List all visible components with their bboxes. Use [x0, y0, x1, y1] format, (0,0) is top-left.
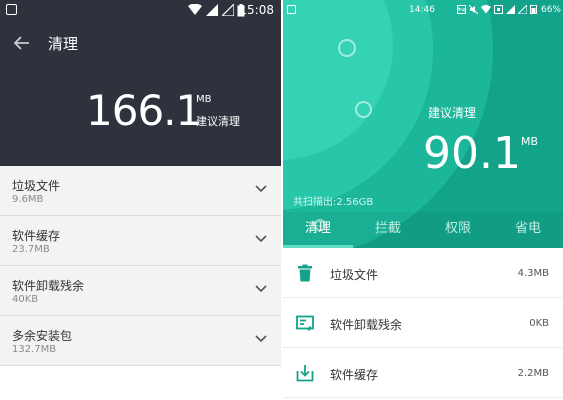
suggested-clean-value: 90.1 — [423, 128, 521, 179]
right-phone-screen: 14:46 66% 建议清理 90.1 MB 共扫描出:2.56GB 清理 拦截… — [283, 0, 563, 400]
battery-percent: 66% — [540, 5, 561, 15]
bubble-decoration — [355, 101, 372, 118]
list-item-size: 4.3MB — [517, 268, 549, 279]
list-item-size: 0KB — [529, 318, 549, 329]
status-time: 14:46 — [409, 5, 435, 15]
wifi-icon — [188, 4, 202, 15]
list-item-name: 软件卸载残余 — [330, 318, 403, 332]
gallery-icon — [287, 5, 296, 14]
tab-clean[interactable]: 清理 — [283, 212, 353, 248]
tab-bar: 清理 拦截 权限 省电 — [283, 212, 563, 248]
wifi-icon — [481, 4, 491, 13]
mute-icon — [469, 4, 478, 14]
list-item-junk-files[interactable]: 垃圾文件 9.6MB — [0, 166, 281, 216]
tab-block[interactable]: 拦截 — [353, 212, 423, 248]
uninstall-residue-icon — [296, 315, 314, 331]
tab-power-saving[interactable]: 省电 — [493, 212, 563, 248]
signal-icon-2 — [518, 4, 527, 14]
gallery-icon — [6, 4, 17, 15]
suggested-clean-unit: MB — [196, 94, 212, 105]
tab-permissions[interactable]: 权限 — [423, 212, 493, 248]
left-header: 15:08 清理 166.1 MB 建议清理 — [0, 0, 281, 166]
list-item-name: 垃圾文件 — [330, 268, 379, 282]
suggested-clean-unit: MB — [521, 135, 539, 148]
suggested-clean-label: 建议清理 — [196, 115, 240, 128]
total-scanned: 共扫描出:2.56GB — [293, 197, 374, 208]
list-item-uninstall-residue[interactable]: 软件卸载残余 0KB — [283, 298, 563, 348]
chevron-down-icon[interactable] — [255, 335, 267, 343]
chevron-down-icon[interactable] — [255, 235, 267, 243]
signal-icon — [206, 4, 218, 16]
chevron-down-icon[interactable] — [255, 185, 267, 193]
list-item-size: 23.7MB — [12, 244, 50, 255]
list-item-size: 40KB — [12, 294, 39, 305]
right-hero: 14:46 66% 建议清理 90.1 MB 共扫描出:2.56GB 清理 拦截… — [283, 0, 563, 248]
suggested-clean-label: 建议清理 — [428, 106, 477, 120]
signal-icon — [506, 4, 515, 14]
list-item-name: 垃圾文件 — [12, 179, 61, 193]
chevron-down-icon[interactable] — [255, 285, 267, 293]
list-item-size: 2.2MB — [517, 368, 549, 379]
list-item-junk-files[interactable]: 垃圾文件 4.3MB — [283, 248, 563, 298]
list-item-size: 132.7MB — [12, 344, 57, 355]
back-arrow-icon[interactable] — [12, 33, 32, 53]
download-box-icon — [296, 365, 314, 382]
trash-icon — [298, 264, 312, 282]
bubble-decoration — [338, 39, 356, 57]
right-status-bar: 14:46 66% — [283, 0, 563, 20]
list-item-uninstall-residue[interactable]: 软件卸载残余 40KB — [0, 266, 281, 316]
left-toolbar: 清理 — [0, 24, 281, 60]
battery-icon — [530, 5, 537, 14]
suggested-clean-value: 166.1 — [86, 86, 202, 135]
left-phone-screen: 15:08 清理 166.1 MB 建议清理 垃圾文件 9.6MB 软件缓存 2… — [0, 0, 281, 400]
left-status-bar: 15:08 — [0, 0, 281, 20]
list-item-size: 9.6MB — [12, 194, 44, 205]
list-item-name: 软件缓存 — [330, 368, 379, 382]
list-item-app-cache[interactable]: 软件缓存 23.7MB — [0, 216, 281, 266]
right-clean-list: 垃圾文件 4.3MB 软件卸载残余 0KB 软件缓存 2.2MB — [283, 248, 563, 398]
list-item-name: 软件缓存 — [12, 229, 61, 243]
page-title: 清理 — [48, 35, 79, 53]
sim-icon — [494, 4, 503, 14]
list-item-app-cache[interactable]: 软件缓存 2.2MB — [283, 348, 563, 398]
status-icons — [457, 4, 537, 14]
list-item-name: 软件卸载残余 — [12, 279, 85, 293]
nfc-icon — [457, 4, 466, 14]
signal-icon-2 — [222, 4, 234, 16]
list-item-extra-packages[interactable]: 多余安装包 132.7MB — [0, 316, 281, 366]
status-time: 15:08 — [239, 3, 274, 17]
left-clean-list: 垃圾文件 9.6MB 软件缓存 23.7MB 软件卸载残余 40KB 多余安装包… — [0, 166, 281, 366]
list-item-name: 多余安装包 — [12, 329, 73, 343]
